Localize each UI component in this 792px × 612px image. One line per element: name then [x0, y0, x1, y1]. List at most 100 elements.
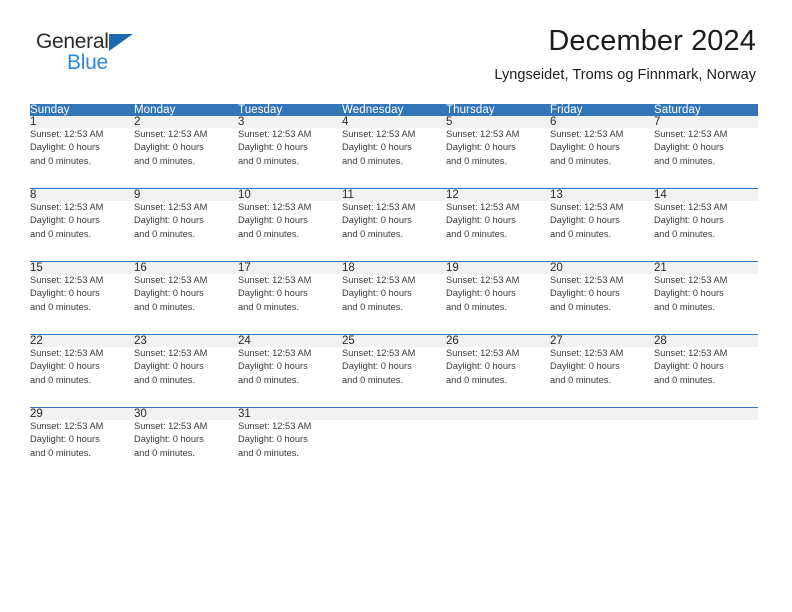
daynum-empty [550, 407, 654, 420]
day-cell[interactable]: Sunset: 12:53 AM Daylight: 0 hours and 0… [134, 347, 238, 408]
daynum[interactable]: 25 [342, 334, 446, 347]
day-cell[interactable]: Sunset: 12:53 AM Daylight: 0 hours and 0… [446, 274, 550, 335]
daynum[interactable]: 13 [550, 188, 654, 201]
day-cell[interactable]: Sunset: 12:53 AM Daylight: 0 hours and 0… [30, 420, 134, 480]
dow-tuesday: Tuesday [238, 104, 342, 116]
daylight-text: Daylight: 0 hours [238, 361, 308, 372]
daynum[interactable]: 10 [238, 188, 342, 201]
daynum[interactable]: 24 [238, 334, 342, 347]
daynum[interactable]: 1 [30, 116, 134, 128]
day-cell[interactable]: Sunset: 12:53 AM Daylight: 0 hours and 0… [550, 201, 654, 262]
calendar-body: 1 2 3 4 5 6 7 Sunset: 12:53 AM Daylight:… [30, 116, 758, 480]
daynum[interactable]: 15 [30, 261, 134, 274]
sunset-text: Sunset: 12:53 AM [238, 275, 312, 285]
dow-saturday: Saturday [654, 104, 758, 116]
sunset-text: Sunset: 12:53 AM [342, 275, 416, 285]
minutes-text: and 0 minutes. [550, 374, 611, 385]
minutes-text: and 0 minutes. [550, 155, 611, 166]
daynum[interactable]: 6 [550, 116, 654, 128]
daynum[interactable]: 12 [446, 188, 550, 201]
day-cell[interactable]: Sunset: 12:53 AM Daylight: 0 hours and 0… [30, 274, 134, 335]
daylight-text: Daylight: 0 hours [30, 215, 100, 226]
daynum[interactable]: 14 [654, 188, 758, 201]
day-cell[interactable]: Sunset: 12:53 AM Daylight: 0 hours and 0… [238, 201, 342, 262]
daylight-text: Daylight: 0 hours [238, 142, 308, 153]
day-cell[interactable]: Sunset: 12:53 AM Daylight: 0 hours and 0… [342, 128, 446, 189]
day-cell[interactable]: Sunset: 12:53 AM Daylight: 0 hours and 0… [342, 274, 446, 335]
daynum[interactable]: 29 [30, 407, 134, 420]
generalblue-logo[interactable]: General Blue [36, 30, 166, 78]
day-cell[interactable]: Sunset: 12:53 AM Daylight: 0 hours and 0… [238, 128, 342, 189]
daynum[interactable]: 4 [342, 116, 446, 128]
day-cell[interactable]: Sunset: 12:53 AM Daylight: 0 hours and 0… [446, 201, 550, 262]
daylight-text: Daylight: 0 hours [342, 215, 412, 226]
minutes-text: and 0 minutes. [342, 155, 403, 166]
day-cell[interactable]: Sunset: 12:53 AM Daylight: 0 hours and 0… [654, 274, 758, 335]
sunset-text: Sunset: 12:53 AM [654, 202, 728, 212]
week-daynum-row: 22 23 24 25 26 27 28 [30, 334, 758, 347]
daynum-empty [342, 407, 446, 420]
daynum[interactable]: 26 [446, 334, 550, 347]
minutes-text: and 0 minutes. [654, 301, 715, 312]
sunset-text: Sunset: 12:53 AM [446, 202, 520, 212]
daynum[interactable]: 31 [238, 407, 342, 420]
day-cell[interactable]: Sunset: 12:53 AM Daylight: 0 hours and 0… [134, 420, 238, 480]
day-cell[interactable]: Sunset: 12:53 AM Daylight: 0 hours and 0… [342, 347, 446, 408]
minutes-text: and 0 minutes. [134, 155, 195, 166]
day-cell[interactable]: Sunset: 12:53 AM Daylight: 0 hours and 0… [134, 201, 238, 262]
daylight-text: Daylight: 0 hours [654, 142, 724, 153]
daynum[interactable]: 5 [446, 116, 550, 128]
daylight-text: Daylight: 0 hours [550, 288, 620, 299]
sunset-text: Sunset: 12:53 AM [238, 129, 312, 139]
daynum[interactable]: 27 [550, 334, 654, 347]
daynum[interactable]: 9 [134, 188, 238, 201]
daylight-text: Daylight: 0 hours [134, 215, 204, 226]
day-cell[interactable]: Sunset: 12:53 AM Daylight: 0 hours and 0… [654, 201, 758, 262]
day-cell[interactable]: Sunset: 12:53 AM Daylight: 0 hours and 0… [134, 274, 238, 335]
sunset-text: Sunset: 12:53 AM [550, 348, 624, 358]
minutes-text: and 0 minutes. [446, 155, 507, 166]
day-cell[interactable]: Sunset: 12:53 AM Daylight: 0 hours and 0… [654, 128, 758, 189]
day-cell[interactable]: Sunset: 12:53 AM Daylight: 0 hours and 0… [30, 201, 134, 262]
daynum[interactable]: 21 [654, 261, 758, 274]
sunset-text: Sunset: 12:53 AM [238, 348, 312, 358]
daynum[interactable]: 16 [134, 261, 238, 274]
week-detail-row: Sunset: 12:53 AM Daylight: 0 hours and 0… [30, 420, 758, 480]
daynum[interactable]: 22 [30, 334, 134, 347]
daynum[interactable]: 11 [342, 188, 446, 201]
daynum[interactable]: 28 [654, 334, 758, 347]
sunset-text: Sunset: 12:53 AM [30, 348, 104, 358]
minutes-text: and 0 minutes. [134, 374, 195, 385]
day-cell[interactable]: Sunset: 12:53 AM Daylight: 0 hours and 0… [238, 420, 342, 480]
daylight-text: Daylight: 0 hours [342, 142, 412, 153]
daynum[interactable]: 2 [134, 116, 238, 128]
week-daynum-row: 15 16 17 18 19 20 21 [30, 261, 758, 274]
day-cell[interactable]: Sunset: 12:53 AM Daylight: 0 hours and 0… [134, 128, 238, 189]
daynum[interactable]: 17 [238, 261, 342, 274]
sunset-text: Sunset: 12:53 AM [550, 275, 624, 285]
daynum[interactable]: 30 [134, 407, 238, 420]
daynum[interactable]: 23 [134, 334, 238, 347]
day-cell[interactable]: Sunset: 12:53 AM Daylight: 0 hours and 0… [446, 128, 550, 189]
sunset-text: Sunset: 12:53 AM [134, 275, 208, 285]
daynum[interactable]: 19 [446, 261, 550, 274]
day-cell[interactable]: Sunset: 12:53 AM Daylight: 0 hours and 0… [30, 128, 134, 189]
daynum[interactable]: 3 [238, 116, 342, 128]
daylight-text: Daylight: 0 hours [342, 361, 412, 372]
day-cell[interactable]: Sunset: 12:53 AM Daylight: 0 hours and 0… [550, 274, 654, 335]
day-cell[interactable]: Sunset: 12:53 AM Daylight: 0 hours and 0… [238, 347, 342, 408]
day-cell[interactable]: Sunset: 12:53 AM Daylight: 0 hours and 0… [654, 347, 758, 408]
daynum[interactable]: 20 [550, 261, 654, 274]
day-cell[interactable]: Sunset: 12:53 AM Daylight: 0 hours and 0… [342, 201, 446, 262]
day-cell[interactable]: Sunset: 12:53 AM Daylight: 0 hours and 0… [446, 347, 550, 408]
minutes-text: and 0 minutes. [238, 228, 299, 239]
day-cell[interactable]: Sunset: 12:53 AM Daylight: 0 hours and 0… [550, 347, 654, 408]
day-cell[interactable]: Sunset: 12:53 AM Daylight: 0 hours and 0… [238, 274, 342, 335]
daynum[interactable]: 8 [30, 188, 134, 201]
daylight-text: Daylight: 0 hours [654, 361, 724, 372]
daynum[interactable]: 18 [342, 261, 446, 274]
day-cell[interactable]: Sunset: 12:53 AM Daylight: 0 hours and 0… [30, 347, 134, 408]
daynum[interactable]: 7 [654, 116, 758, 128]
daylight-text: Daylight: 0 hours [446, 142, 516, 153]
day-cell[interactable]: Sunset: 12:53 AM Daylight: 0 hours and 0… [550, 128, 654, 189]
